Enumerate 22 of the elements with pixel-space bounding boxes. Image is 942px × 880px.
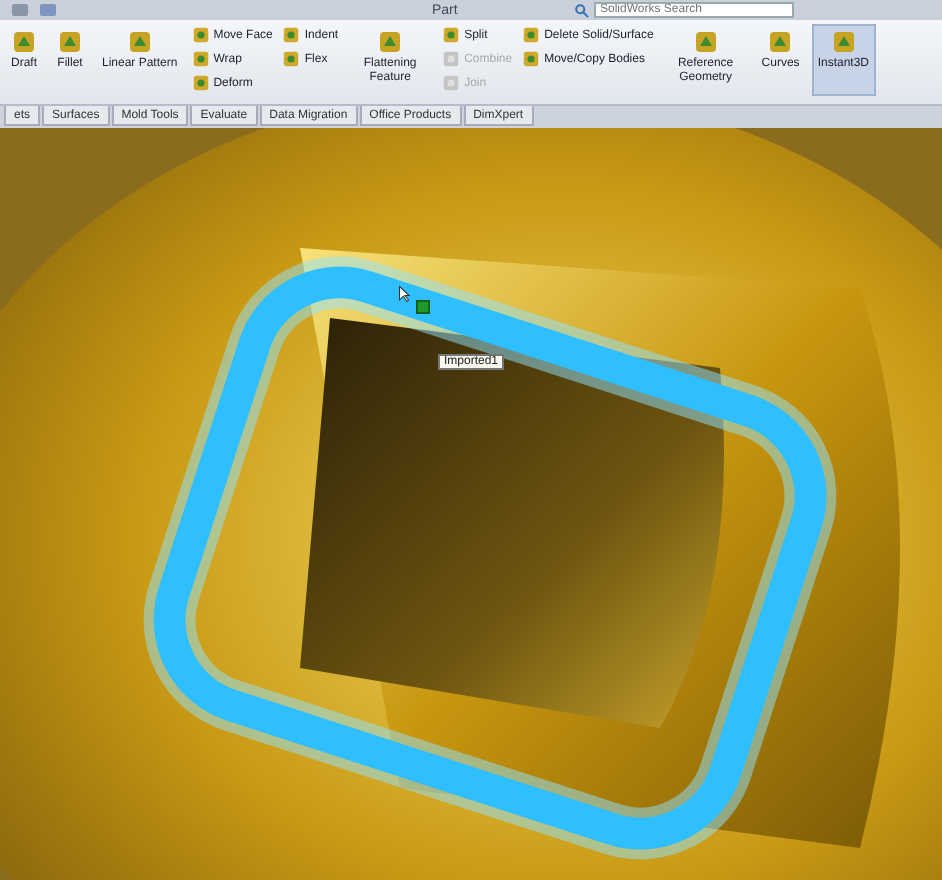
feature-icon [376,28,405,56]
feature-icon [766,28,795,56]
feature-icon [522,50,541,68]
toolbar-icon[interactable] [8,2,32,18]
feature-icon [191,74,210,92]
feature-icon [522,26,541,44]
feature-icon [442,26,461,44]
feature-icon [691,28,720,56]
feature-icon [442,74,461,92]
search-icon [574,3,590,17]
feature-icon [282,50,301,68]
feature-icon [125,28,154,56]
selection-marker-icon [416,300,430,314]
toolbar-icon[interactable] [36,2,60,18]
cursor-icon [398,284,410,304]
feature-icon [191,26,210,44]
feature-icon [10,28,38,56]
feature-icon [56,28,84,56]
feature-icon [282,26,301,44]
feature-icon [442,50,461,68]
feature-icon [829,28,858,56]
feature-icon [191,50,210,68]
